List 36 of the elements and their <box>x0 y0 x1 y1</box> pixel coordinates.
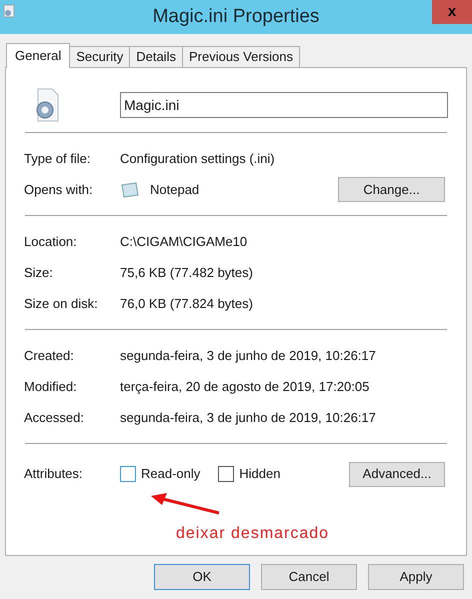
field-value: Configuration settings (.ini) <box>120 150 275 168</box>
file-name-field[interactable]: Magic.ini <box>120 92 448 118</box>
change-button[interactable]: Change... <box>338 177 445 202</box>
field-value: Notepad <box>150 180 200 199</box>
tab[interactable]: Previous Versions <box>182 46 300 67</box>
close-button[interactable]: x <box>432 0 472 24</box>
checkbox[interactable] <box>218 466 234 482</box>
field-value: segunda-feira, 3 de junho de 2019, 10:26:17 <box>120 408 376 427</box>
window-title: Magic.ini Properties <box>152 4 320 29</box>
gear-file-icon <box>2 4 16 18</box>
field-label: Location: <box>24 232 78 251</box>
field-value: 75,6 KB (77.482 bytes) <box>120 264 253 282</box>
field-label: Type of file: <box>24 150 92 168</box>
field-label: Size on disk: <box>24 294 99 313</box>
dialog-button[interactable]: OK <box>154 564 250 590</box>
field-label: Created: <box>24 346 75 365</box>
dialog-button[interactable]: Apply <box>368 564 464 590</box>
tab[interactable]: Security <box>69 46 130 67</box>
field-value: C:\CIGAM\CIGAMe10 <box>120 232 248 251</box>
field-label: Attributes: <box>24 465 84 484</box>
field-value: terça-feira, 20 de agosto de 2019, 17:20:05 <box>120 378 370 396</box>
arrow-icon <box>149 492 221 516</box>
advanced-button[interactable]: Advanced... <box>349 462 445 486</box>
field-value: segunda-feira, 3 de junho de 2019, 10:26:17 <box>120 346 376 365</box>
checkbox[interactable] <box>120 466 136 482</box>
field-label: Accessed: <box>24 408 85 427</box>
field-label: Modified: <box>24 378 78 396</box>
dialog-button[interactable]: Cancel <box>261 564 357 590</box>
checkbox-label: Hidden <box>239 465 280 484</box>
field-label: Size: <box>24 264 54 282</box>
annotation-text: deixar desmarcado <box>176 524 330 544</box>
notepad-icon <box>120 180 140 198</box>
field-value: 76,0 KB (77.824 bytes) <box>120 294 253 313</box>
field-label: Opens with: <box>24 180 94 199</box>
checkbox-label: Read-only <box>141 465 200 484</box>
tab[interactable]: General <box>6 43 70 68</box>
